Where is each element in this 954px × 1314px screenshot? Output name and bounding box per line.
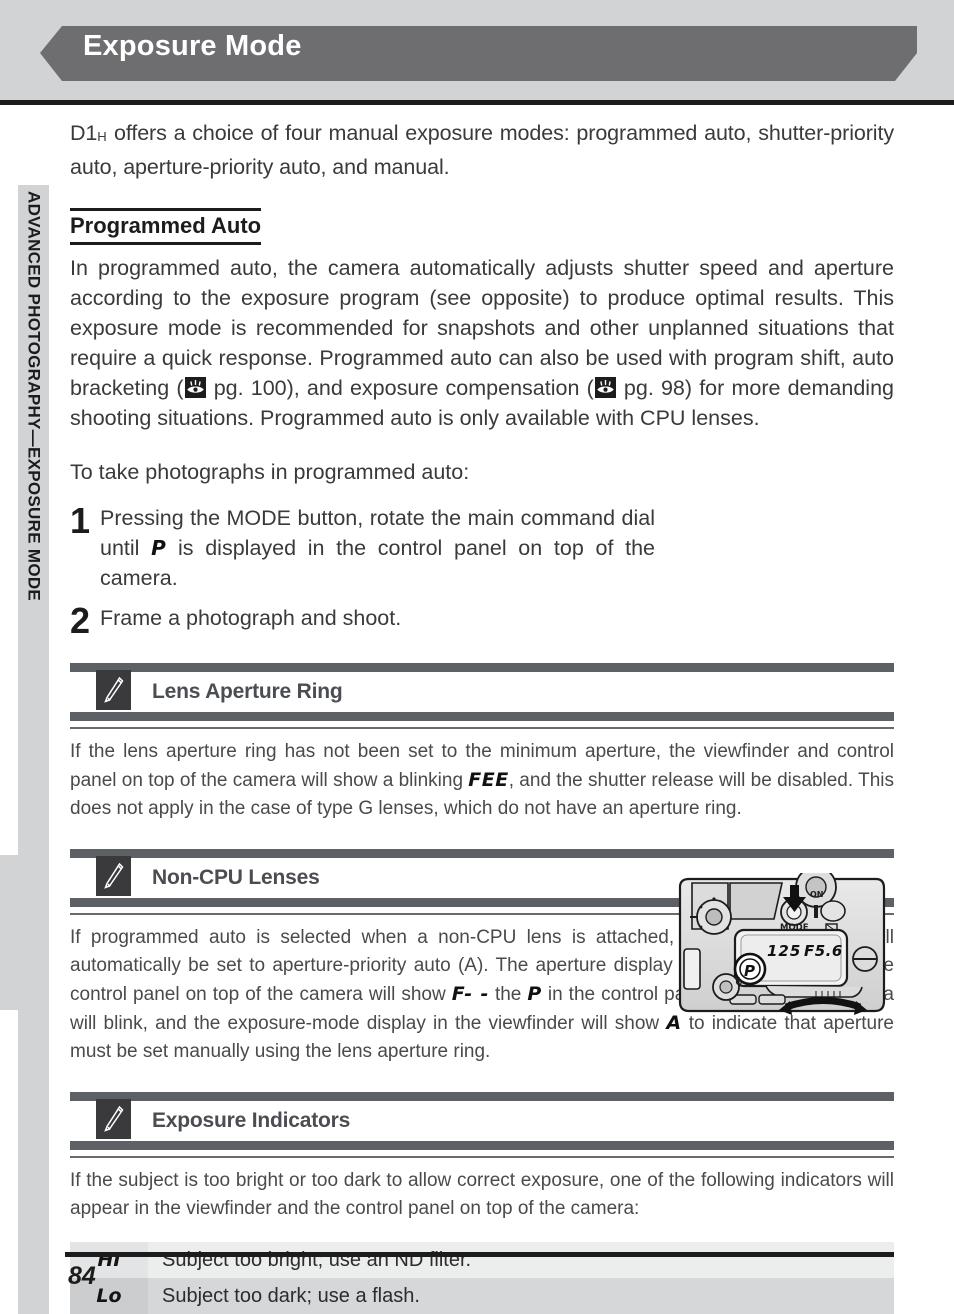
- svg-text:125: 125: [767, 942, 801, 960]
- step-text-after: is displayed in the control panel on top…: [100, 536, 655, 590]
- note-header: Exposure Indicators: [70, 1099, 894, 1141]
- intro-paragraph: D1H offers a choice of four manual expos…: [70, 118, 894, 182]
- step-item: 2 Frame a photograph and shoot.: [70, 600, 894, 641]
- table-row: Lo Subject too dark; use a flash.: [70, 1278, 894, 1314]
- footer-divider-rule: [65, 1252, 894, 1257]
- programmed-auto-ref1: pg. 100), and exposure compensation (: [206, 376, 594, 400]
- camera-model-suffix: H: [97, 129, 108, 144]
- step-text: Frame a photograph and shoot.: [100, 606, 402, 630]
- header-divider-rule: [0, 100, 954, 105]
- reference-eye-icon: [594, 377, 616, 398]
- step-item: 1 Pressing the MODE button, rotate the m…: [70, 503, 894, 593]
- note-title: Exposure Indicators: [152, 1109, 351, 1132]
- note-top-bar: [70, 663, 894, 672]
- note-bottom-bar: [70, 712, 894, 721]
- page-number: 84: [68, 1262, 96, 1290]
- indicator-description: Subject too dark; use a flash.: [162, 1284, 420, 1307]
- note-header: Non-CPU Lenses: [70, 856, 894, 898]
- note-rule: [70, 727, 894, 729]
- svg-text:F5.6: F5.6: [804, 942, 843, 960]
- reference-eye-icon: [184, 377, 206, 398]
- page-title: Exposure Mode: [83, 30, 302, 62]
- lcd-symbol-p: P: [527, 983, 542, 1005]
- pencil-icon: [96, 856, 131, 896]
- steps-list: 1 Pressing the MODE button, rotate the m…: [70, 503, 894, 1015]
- lcd-symbol-f-dashes: F- -: [451, 983, 489, 1005]
- note-body: If the subject is too bright or too dark…: [70, 1170, 894, 1219]
- pencil-icon: [96, 670, 131, 710]
- note-bottom-bar: [70, 1141, 894, 1150]
- note-title: Non-CPU Lenses: [152, 866, 320, 889]
- note-box-exposure-indicators: Exposure Indicators If the subject is to…: [70, 1092, 894, 1314]
- sidebar-tab-strip: [18, 185, 49, 1314]
- note-body-part2: the: [488, 984, 528, 1005]
- step-text: Pressing the MODE button, rotate the mai…: [100, 503, 655, 593]
- section-heading-programmed-auto: Programmed Auto: [70, 208, 262, 245]
- note-box-lens-aperture-ring: Lens Aperture Ring If the lens aperture …: [70, 663, 894, 823]
- pencil-icon: [96, 1099, 131, 1139]
- note-body: If the lens aperture ring has not been s…: [70, 738, 894, 823]
- lcd-symbol-fee: FEE: [468, 769, 509, 791]
- step-number: 2: [70, 600, 91, 641]
- intro-paragraph-text: offers a choice of four manual exposure …: [70, 121, 894, 179]
- step-number: 1: [70, 500, 91, 541]
- note-header: Lens Aperture Ring: [70, 670, 894, 712]
- note-top-bar: [70, 849, 894, 858]
- programmed-auto-paragraph: In programmed auto, the camera automatic…: [70, 253, 894, 433]
- note-top-bar: [70, 1092, 894, 1101]
- lead-in-paragraph: To take photographs in programmed auto:: [70, 460, 470, 484]
- camera-model-name: D1: [70, 121, 98, 145]
- page-content: D1H offers a choice of four manual expos…: [70, 118, 894, 1314]
- svg-text:P: P: [744, 962, 755, 980]
- lcd-symbol-p: P: [151, 536, 167, 560]
- table-row: HI Subject too bright; use an ND filter.: [70, 1242, 894, 1278]
- note-rule: [70, 1156, 894, 1158]
- note-title: Lens Aperture Ring: [152, 680, 343, 703]
- sidebar-tab-block: [0, 855, 49, 1010]
